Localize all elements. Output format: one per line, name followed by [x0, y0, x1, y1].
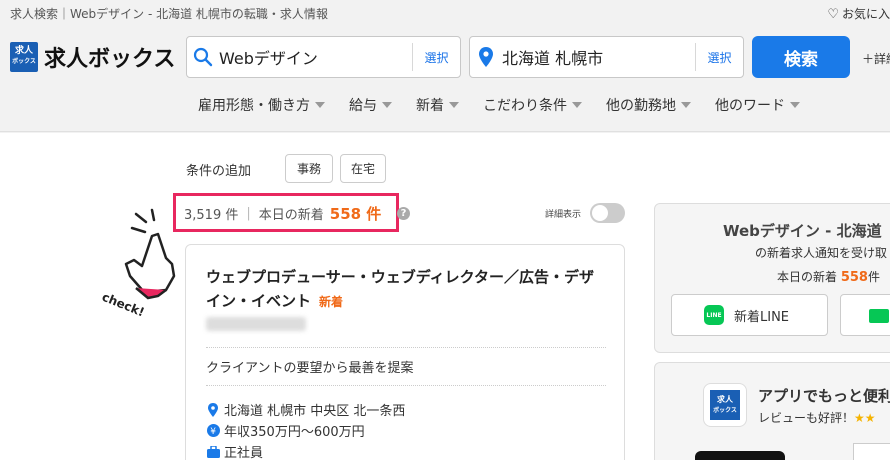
line-icon: LINE	[704, 305, 724, 325]
detail-toggle-label: 詳細表示	[545, 210, 582, 220]
breadcrumb: 求人検索｜Webデザイン - 北海道 札幌市の転職・求人情報	[10, 7, 328, 21]
app-review: レビューも好評！★★	[758, 409, 876, 426]
detail-toggle[interactable]	[590, 203, 625, 223]
notify-new-count: 本日の新着 558件	[777, 268, 880, 285]
star-rating-icon: ★★	[854, 411, 876, 425]
condition-chip-office[interactable]: 事務	[285, 154, 333, 183]
keyword-input[interactable]: Webデザイン	[219, 45, 412, 69]
pointing-hand-icon: check!	[100, 208, 176, 320]
notify-subtitle: の新着求人通知を受け取	[755, 246, 888, 260]
app-promo-panel: 求人 ボックス アプリでもっと便利 レビューも好評！★★	[654, 362, 890, 460]
logo-mark: 求人 ボックス	[10, 42, 38, 72]
heart-icon: ♡	[827, 7, 839, 22]
app-store-badge[interactable]	[695, 451, 785, 460]
nav-employment-type[interactable]: 雇用形態・働き方	[198, 95, 325, 115]
job-card[interactable]: ウェブプロデューサー・ウェブディレクター／広告・デザイン・イベント 新着 クライア…	[185, 244, 625, 460]
site-header: 求人検索｜Webデザイン - 北海道 札幌市の転職・求人情報 ♡ お気に入 求人ボ…	[0, 0, 890, 132]
filter-nav: 雇用形態・働き方 給与 新着 こだわり条件 他の勤務地 他のワード	[198, 95, 824, 115]
keyword-select-button[interactable]: 選択	[412, 43, 460, 71]
job-salary-text: 年収350万円〜600万円	[224, 425, 365, 440]
nav-label: 新着	[416, 98, 444, 114]
divider: |	[246, 206, 251, 221]
notification-panel: Webデザイン - 北海道 の新着求人通知を受け取 本日の新着 558件 LIN…	[654, 203, 890, 353]
nav-label: 給与	[349, 98, 377, 114]
nav-preferences[interactable]: こだわり条件	[483, 95, 582, 115]
job-catchcopy: クライアントの要望から最善を提案	[206, 361, 414, 376]
notify-new-label: 本日の新着	[777, 270, 838, 284]
mail-icon	[869, 309, 889, 323]
job-title[interactable]: ウェブプロデューサー・ウェブディレクター／広告・デザイン・イベント 新着	[206, 265, 606, 314]
site-logo[interactable]: 求人 ボックス 求人ボックス	[10, 41, 175, 73]
location-pin-icon	[206, 402, 220, 417]
toggle-knob	[592, 205, 608, 221]
company-name-blurred	[206, 317, 306, 331]
chevron-down-icon	[449, 102, 459, 108]
search-button[interactable]: 検索	[752, 36, 850, 78]
nav-label: 他のワード	[715, 98, 785, 114]
job-title-text[interactable]: ウェブプロデューサー・ウェブディレクター／広告・デザイン・イベント	[206, 268, 594, 310]
chevron-down-icon	[790, 102, 800, 108]
svg-text:¥: ¥	[210, 427, 216, 437]
location-pin-icon	[470, 46, 502, 68]
app-logo-mark: 求人 ボックス	[710, 390, 740, 420]
check-label: check!	[100, 290, 146, 320]
total-count: 3,519 件	[184, 208, 239, 223]
chevron-down-icon	[572, 102, 582, 108]
job-employment-text: 正社員	[224, 446, 264, 460]
chevron-down-icon	[315, 102, 325, 108]
result-count: 3,519 件 | 本日の新着 558 件	[184, 203, 381, 224]
divider	[206, 347, 606, 348]
divider	[206, 385, 606, 386]
help-icon[interactable]: ?	[397, 207, 410, 220]
new-today-label: 本日の新着	[258, 208, 324, 223]
nav-label: こだわり条件	[483, 98, 567, 114]
notify-title: Webデザイン - 北海道	[723, 222, 882, 240]
new-today-count: 558 件	[329, 205, 382, 223]
chevron-down-icon	[382, 102, 392, 108]
briefcase-icon	[206, 445, 220, 458]
app-promo-title: アプリでもっと便利	[758, 387, 890, 405]
nav-other-words[interactable]: 他のワード	[715, 95, 800, 115]
nav-label: 雇用形態・働き方	[198, 98, 310, 114]
notify-new-number: 558	[840, 270, 868, 285]
line-button-label: 新着LINE	[734, 309, 790, 325]
nav-other-locations[interactable]: 他の勤務地	[606, 95, 691, 115]
location-input[interactable]: 北海道 札幌市	[502, 45, 695, 69]
job-employment: 正社員	[206, 442, 263, 460]
favorites-label: お気に入	[841, 7, 890, 21]
logo-text: 求人ボックス	[44, 47, 176, 72]
chevron-down-icon	[681, 102, 691, 108]
notify-new-unit: 件	[867, 270, 880, 284]
nav-salary[interactable]: 給与	[349, 95, 392, 115]
favorites-link[interactable]: ♡ お気に入	[827, 5, 890, 22]
search-icon	[187, 47, 219, 67]
condition-chip-remote[interactable]: 在宅	[340, 154, 386, 183]
line-notify-button[interactable]: LINE 新着LINE	[671, 294, 828, 336]
add-condition-label: 条件の追加	[186, 164, 252, 179]
job-location: 北海道 札幌市 中央区 北一条西	[206, 400, 405, 419]
nav-new[interactable]: 新着	[416, 95, 459, 115]
yen-icon: ¥	[206, 424, 220, 437]
nav-label: 他の勤務地	[606, 98, 676, 114]
job-salary: ¥ 年収350万円〜600万円	[206, 421, 365, 440]
app-logo: 求人 ボックス	[703, 383, 747, 427]
new-badge: 新着	[319, 295, 344, 309]
qr-code	[853, 443, 890, 460]
location-select-button[interactable]: 選択	[695, 43, 743, 71]
email-notify-button[interactable]	[840, 294, 890, 336]
keyword-search-box[interactable]: Webデザイン 選択	[186, 36, 461, 78]
app-review-text: レビューも好評！	[758, 411, 855, 425]
location-search-box[interactable]: 北海道 札幌市 選択	[469, 36, 744, 78]
job-location-text: 北海道 札幌市 中央区 北一条西	[224, 404, 406, 419]
detail-search-link[interactable]: ＋詳細	[862, 50, 890, 67]
